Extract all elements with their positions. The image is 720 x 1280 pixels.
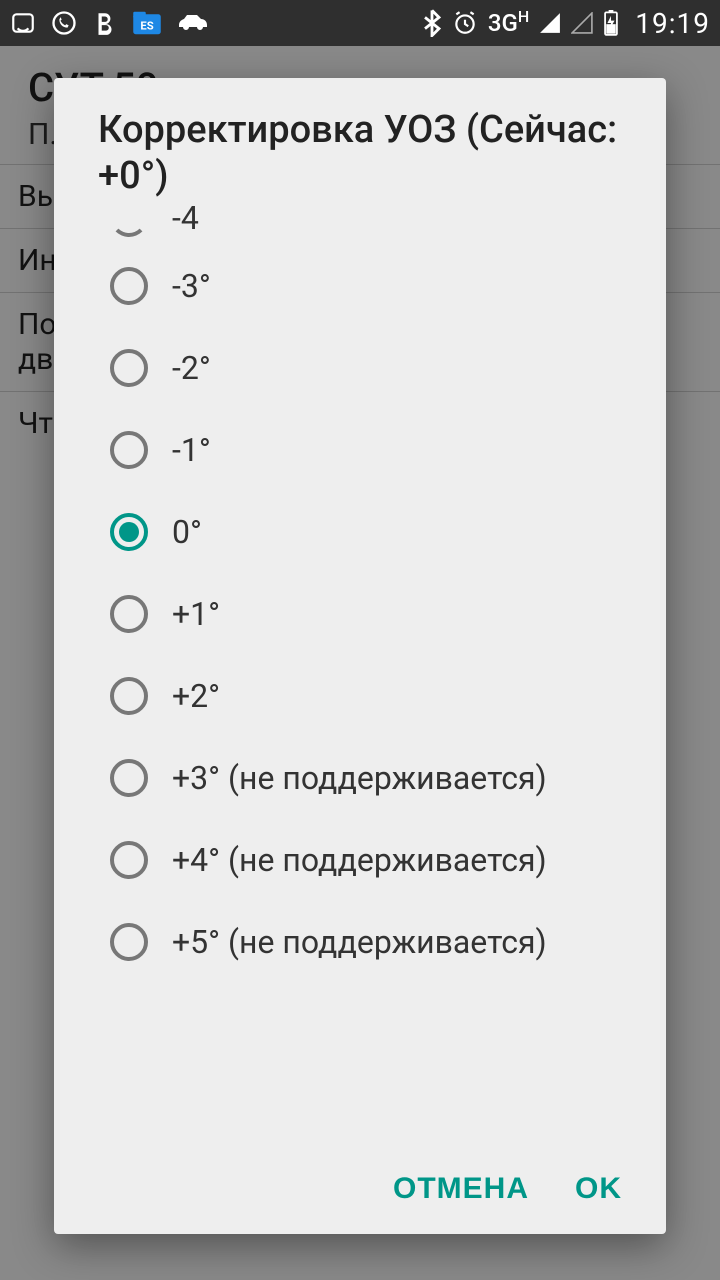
signal-sim1-icon <box>539 12 561 34</box>
status-left: ES <box>10 9 210 37</box>
option-label: -4 <box>172 205 199 237</box>
radio-unchecked-icon[interactable] <box>110 759 148 797</box>
status-right: 3GH 19:19 <box>422 7 710 40</box>
option-label: 0° <box>172 513 202 551</box>
uoz-correction-dialog: Корректировка УОЗ (Сейчас: +0°) -4 -3° -2°… <box>54 78 666 1234</box>
status-bar: ES 3GH 19:19 <box>0 0 720 46</box>
option-label: +1° <box>172 595 220 633</box>
radio-option[interactable]: +3° (не поддерживается) <box>54 737 666 819</box>
radio-unchecked-icon[interactable] <box>110 841 148 879</box>
radio-option[interactable]: +2° <box>54 655 666 737</box>
b-icon <box>92 10 118 36</box>
option-label: -1° <box>172 431 211 469</box>
option-label: +4° (не поддерживается) <box>172 841 547 879</box>
dialog-option-list[interactable]: -4 -3° -2° -1° 0° +1° +2° +3° (не поддерживаетс… <box>54 205 666 1148</box>
radio-unchecked-icon[interactable] <box>110 923 148 961</box>
cancel-button[interactable]: ОТМЕНА <box>393 1172 529 1206</box>
network-annot: H <box>518 7 529 26</box>
car-icon <box>176 13 210 33</box>
radio-option[interactable]: +4° (не поддерживается) <box>54 819 666 901</box>
ok-button[interactable]: OK <box>575 1172 622 1206</box>
radio-unchecked-icon[interactable] <box>110 267 148 305</box>
radio-unchecked-icon[interactable] <box>110 595 148 633</box>
bag-icon <box>10 10 36 36</box>
radio-option[interactable]: -2° <box>54 327 666 409</box>
radio-option[interactable]: -4 <box>54 205 666 245</box>
network-label: 3G <box>488 9 518 37</box>
network-3g-icon: 3GH <box>488 9 529 37</box>
option-label: +3° (не поддерживается) <box>172 759 547 797</box>
option-label: +2° <box>172 677 220 715</box>
option-label: +5° (не поддерживается) <box>172 923 547 961</box>
alarm-icon <box>452 10 478 36</box>
radio-option[interactable]: -1° <box>54 409 666 491</box>
radio-unchecked-icon[interactable] <box>110 677 148 715</box>
radio-option[interactable]: -3° <box>54 245 666 327</box>
dialog-title: Корректировка УОЗ (Сейчас: +0°) <box>54 78 666 205</box>
svg-text:ES: ES <box>140 19 153 32</box>
radio-unchecked-icon[interactable] <box>110 205 148 237</box>
option-label: -2° <box>172 349 211 387</box>
battery-icon <box>603 10 619 36</box>
radio-option[interactable]: +5° (не поддерживается) <box>54 901 666 983</box>
folder-icon: ES <box>132 10 162 36</box>
radio-option[interactable]: +1° <box>54 573 666 655</box>
status-clock: 19:19 <box>635 7 710 40</box>
radio-unchecked-icon[interactable] <box>110 431 148 469</box>
radio-checked-icon[interactable] <box>110 513 148 551</box>
radio-option[interactable]: 0° <box>54 491 666 573</box>
whatsapp-icon <box>50 9 78 37</box>
dialog-actions: ОТМЕНА OK <box>54 1148 666 1234</box>
radio-unchecked-icon[interactable] <box>110 349 148 387</box>
signal-sim2-icon <box>571 12 593 34</box>
option-label: -3° <box>172 267 211 305</box>
bluetooth-icon <box>422 9 442 37</box>
